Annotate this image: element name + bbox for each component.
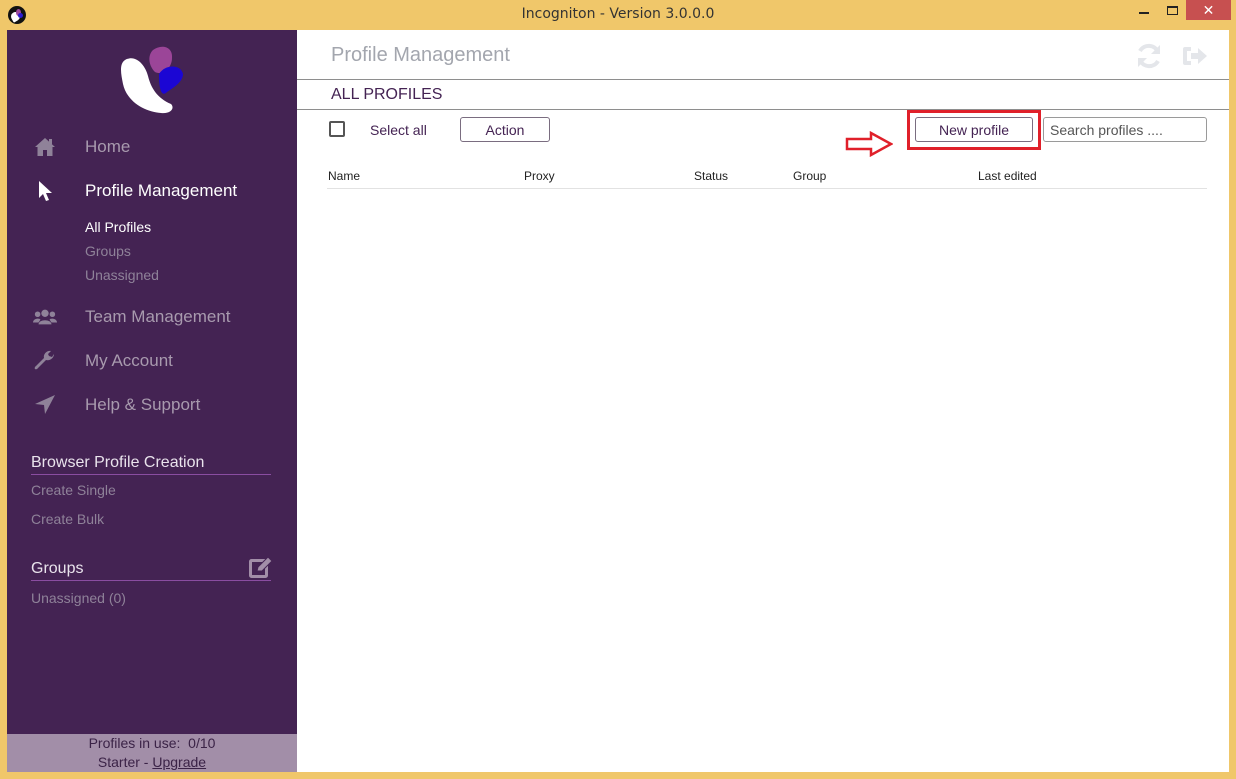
browser-profile-creation-title: Browser Profile Creation — [31, 454, 271, 475]
nav-profile-management[interactable]: Profile Management — [7, 176, 297, 206]
incogniton-logo — [121, 46, 183, 114]
subnav-groups[interactable]: Groups — [85, 243, 131, 259]
header-divider — [297, 79, 1229, 80]
action-button[interactable]: Action — [460, 117, 550, 142]
close-button[interactable]: ✕ — [1186, 0, 1231, 20]
minimize-icon — [1138, 12, 1149, 14]
nav-profile-management-label: Profile Management — [85, 181, 238, 200]
plan-info: Starter - Upgrade — [7, 753, 297, 772]
page-title: Profile Management — [331, 44, 510, 66]
nav-home-label: Home — [85, 137, 131, 156]
wrench-icon — [33, 350, 57, 372]
nav-team-management-label: Team Management — [85, 307, 231, 326]
search-profiles-input[interactable] — [1043, 117, 1207, 142]
section-title: ALL PROFILES — [331, 86, 443, 103]
sidebar: Home Profile Management All Profiles Gro… — [7, 30, 297, 772]
group-unassigned[interactable]: Unassigned (0) — [31, 590, 126, 606]
window-titlebar: Incogniton - Version 3.0.0.0 ✕ — [0, 0, 1236, 30]
main-content: Profile Management ALL PROFILES Select a… — [297, 30, 1229, 772]
select-all-checkbox[interactable] — [329, 121, 345, 137]
paper-plane-icon — [33, 394, 57, 416]
cursor-pointer-icon — [33, 180, 57, 202]
nav-help-support-label: Help & Support — [85, 395, 201, 414]
new-profile-button[interactable]: New profile — [915, 117, 1033, 142]
home-icon — [33, 136, 57, 158]
nav-team-management[interactable]: Team Management — [7, 302, 297, 332]
close-icon: ✕ — [1202, 1, 1215, 18]
maximize-icon — [1167, 5, 1178, 15]
edit-icon[interactable] — [249, 556, 273, 578]
column-header-proxy[interactable]: Proxy — [524, 169, 555, 183]
select-all-label[interactable]: Select all — [370, 122, 427, 138]
upgrade-link[interactable]: Upgrade — [152, 754, 206, 770]
nav-my-account-label: My Account — [85, 351, 173, 370]
column-header-status[interactable]: Status — [694, 169, 728, 183]
nav-home[interactable]: Home — [7, 132, 297, 162]
groups-title: Groups — [31, 560, 271, 581]
annotation-arrow-icon — [845, 131, 893, 157]
window-title: Incogniton - Version 3.0.0.0 — [521, 6, 715, 22]
column-header-name[interactable]: Name — [328, 169, 360, 183]
create-single-link[interactable]: Create Single — [31, 482, 116, 498]
profiles-in-use-label: Profiles in use: — [88, 735, 181, 751]
nav-help-support[interactable]: Help & Support — [7, 390, 297, 420]
plan-name: Starter - — [97, 754, 149, 770]
plan-footer: Profiles in use: 0/10 Starter - Upgrade — [7, 734, 297, 772]
column-header-group[interactable]: Group — [793, 169, 826, 183]
create-bulk-link[interactable]: Create Bulk — [31, 511, 104, 527]
profiles-in-use: Profiles in use: 0/10 — [7, 734, 297, 753]
subnav-unassigned[interactable]: Unassigned — [85, 267, 159, 283]
section-divider — [297, 109, 1229, 110]
users-icon — [33, 306, 57, 328]
logout-icon[interactable] — [1181, 42, 1209, 70]
refresh-icon[interactable] — [1135, 42, 1163, 70]
subnav-all-profiles[interactable]: All Profiles — [85, 219, 151, 235]
table-header-divider — [327, 188, 1207, 189]
column-header-last-edited[interactable]: Last edited — [978, 169, 1037, 183]
nav-my-account[interactable]: My Account — [7, 346, 297, 376]
profiles-in-use-value: 0/10 — [188, 735, 216, 751]
